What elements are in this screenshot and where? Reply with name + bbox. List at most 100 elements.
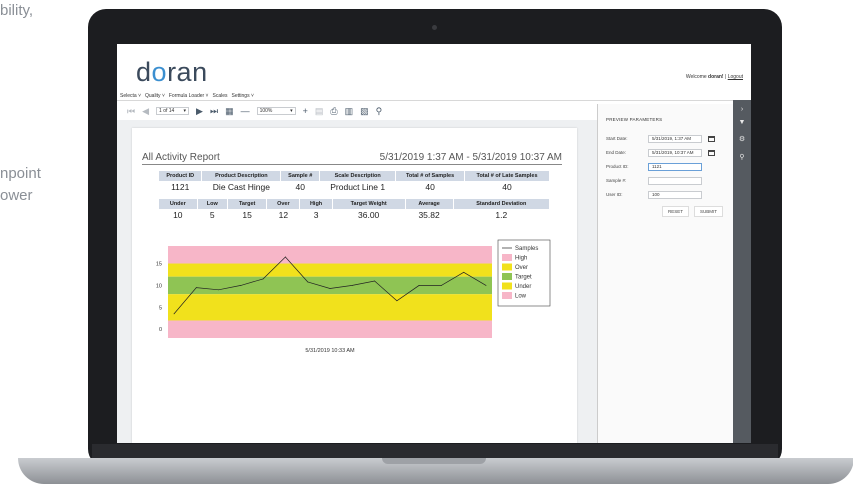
table-cell: 5 xyxy=(209,210,215,221)
sample-field[interactable] xyxy=(648,176,702,185)
laptop-notch xyxy=(382,458,486,464)
menu-item-formula-loader[interactable]: Formula Loader ˅ xyxy=(169,93,209,99)
table-header-cell: Sample # xyxy=(280,170,321,182)
table-cell: 40 xyxy=(502,182,512,193)
zoom-out-icon[interactable]: — xyxy=(241,106,250,116)
table-row: 10 5 15 12 3 36.00 35.82 1.2 xyxy=(159,210,550,221)
report-date-range: 5/31/2019 1:37 AM - 5/31/2019 10:37 AM xyxy=(379,152,562,163)
table-header-cell: Scale Description xyxy=(319,170,397,182)
print-layout-icon[interactable]: ▥ xyxy=(345,106,354,117)
table-header-row: Product ID Product Description Sample # … xyxy=(157,170,550,182)
next-page-icon[interactable]: ▶ xyxy=(196,106,203,117)
welcome-user: doran! xyxy=(708,74,724,80)
report-viewer[interactable]: All Activity Report 5/31/2019 1:37 AM - … xyxy=(117,120,597,443)
multipage-icon[interactable]: ▦ xyxy=(225,106,234,117)
param-label: End Date: xyxy=(606,150,627,155)
param-start-date: Start Date: 5/31/2019, 1:37 AM xyxy=(606,134,730,143)
legend-swatch-high xyxy=(502,254,512,261)
filter-icon[interactable]: ▼ xyxy=(738,119,746,127)
welcome-prefix: Welcome xyxy=(685,74,707,80)
table-cell: 40 xyxy=(295,182,305,193)
report-toolbar: ⏮ ◀ 1 of 14 ▾ ▶ ⏭ ▦ — 100% ▾ + ▤ ⎙ ▥ ▧ ⚲ xyxy=(127,104,382,118)
menu-item-quality[interactable]: Quality ˅ xyxy=(145,93,165,99)
table-header-cell: Product Description xyxy=(201,170,282,182)
table-cell: 40 xyxy=(425,182,435,193)
logout-link[interactable]: Logout xyxy=(728,74,743,80)
table-cell: 10 xyxy=(173,210,183,221)
product-id-field[interactable]: 1121 xyxy=(648,162,702,171)
table-header-cell: Total # of Late Samples xyxy=(464,170,550,182)
main-menu: Selecta ˅ Quality ˅ Formula Loader ˅ Sca… xyxy=(117,91,751,101)
search-icon[interactable]: ⚲ xyxy=(376,106,383,117)
table-cell: Die Cast Hinge xyxy=(212,182,270,193)
page-select[interactable]: 1 of 14 ▾ xyxy=(156,107,190,115)
start-date-field[interactable]: 5/31/2019, 1:37 AM xyxy=(648,134,702,143)
data-point xyxy=(485,285,487,286)
data-point xyxy=(240,285,242,286)
doran-logo: doran xyxy=(136,57,208,87)
last-page-icon[interactable]: ⏭ xyxy=(210,106,218,117)
submit-button[interactable]: SUBMIT xyxy=(694,206,724,217)
highlight-icon[interactable]: ▤ xyxy=(315,106,324,117)
y-tick-label: 5 xyxy=(159,305,162,311)
table-cell: 15 xyxy=(242,210,252,221)
prev-page-icon[interactable]: ◀ xyxy=(142,106,149,117)
calendar-icon[interactable] xyxy=(708,135,715,142)
param-label: User ID: xyxy=(606,192,623,197)
table-header-cell: Target xyxy=(226,198,268,210)
zoom-select-value: 100% xyxy=(259,108,273,114)
table-header-cell: Standard Deviation xyxy=(452,198,551,210)
y-tick-label: 15 xyxy=(156,262,162,268)
user-id-field[interactable]: 100 xyxy=(648,190,702,199)
data-point xyxy=(463,271,465,273)
param-product-id: Product ID: 1121 xyxy=(606,162,730,171)
menu-item-settings[interactable]: Settings ˅ xyxy=(232,93,254,99)
chevron-right-icon[interactable]: › xyxy=(738,106,746,114)
legend-label: Under xyxy=(515,284,531,290)
print-icon[interactable]: ⎙ xyxy=(330,106,337,117)
table-header-cell: Under xyxy=(158,198,198,210)
legend-swatch-target xyxy=(502,273,512,280)
table-header-cell: Target Weight xyxy=(331,198,406,210)
report-title: All Activity Report xyxy=(142,152,220,163)
param-label: Start Date: xyxy=(606,136,628,141)
end-date-field[interactable]: 5/31/2019, 10:37 AM xyxy=(648,148,702,157)
data-point xyxy=(262,278,264,280)
export-icon[interactable]: ▧ xyxy=(360,106,369,117)
table-cell: 1121 xyxy=(171,182,190,193)
table-header-cell: Over xyxy=(266,198,301,210)
menu-item-scales[interactable]: Scales xyxy=(212,93,227,99)
menu-item-selecta[interactable]: Selecta ˅ xyxy=(120,93,141,99)
data-point xyxy=(285,256,286,258)
zoom-in-icon[interactable]: + xyxy=(303,106,308,116)
calendar-icon[interactable] xyxy=(708,149,715,156)
bg-text-fragment-1: bility, xyxy=(0,2,34,19)
data-point xyxy=(374,280,375,282)
legend-label: High xyxy=(515,256,527,262)
app-screen: doran Welcome doran! | Logout Selecta ˅ … xyxy=(117,44,751,443)
param-sample: Sample #: xyxy=(606,176,730,185)
data-point xyxy=(351,285,353,286)
param-user-id: User ID: 100 xyxy=(606,190,730,199)
gear-icon[interactable]: ⚙ xyxy=(738,136,746,144)
summary-table-2: Under Low Target Over High Target Weight… xyxy=(158,198,551,221)
band-under xyxy=(168,294,492,321)
reset-button[interactable]: RESET xyxy=(662,206,690,217)
legend-swatch-over xyxy=(502,263,512,271)
legend-label: Low xyxy=(515,294,527,300)
param-label: Sample #: xyxy=(606,178,627,183)
y-tick-label: 0 xyxy=(159,327,162,333)
bg-text-fragment-2: npoint xyxy=(0,165,41,182)
param-label: Product ID: xyxy=(606,164,629,169)
first-page-icon[interactable]: ⏮ xyxy=(127,106,135,117)
zoom-select[interactable]: 100% ▾ xyxy=(256,107,296,115)
band-high xyxy=(168,246,492,264)
table-row: 1121 Die Cast Hinge 40 Product Line 1 40… xyxy=(159,182,550,193)
data-point xyxy=(396,300,398,302)
page-select-value: 1 of 14 xyxy=(159,108,175,114)
data-point xyxy=(307,281,309,283)
table-cell: Product Line 1 xyxy=(330,182,386,193)
sidebar-search-icon[interactable]: ⚲ xyxy=(738,154,746,162)
data-point xyxy=(173,313,175,315)
chevron-down-icon: ▾ xyxy=(290,108,293,114)
